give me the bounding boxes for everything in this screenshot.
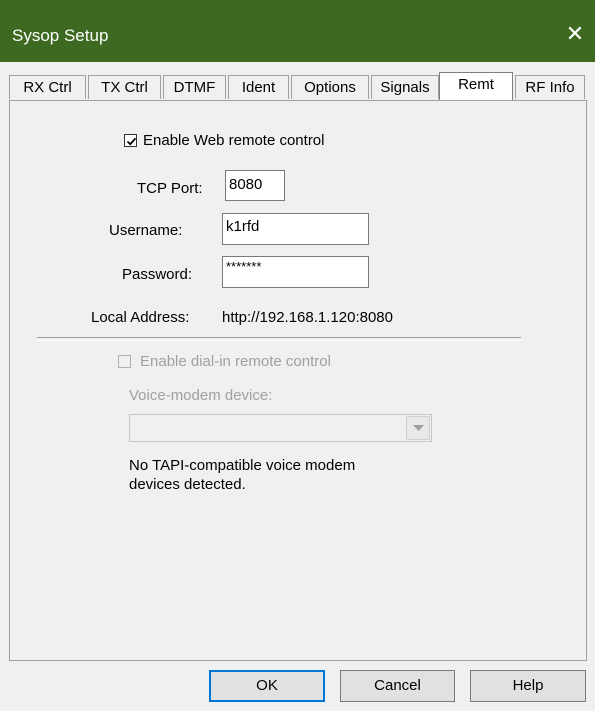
close-button[interactable]: ✕	[559, 18, 591, 50]
tab-dtmf[interactable]: DTMF	[163, 75, 226, 99]
password-label: Password:	[122, 266, 193, 283]
enable-web-remote-label[interactable]: Enable Web remote control	[143, 132, 325, 149]
close-icon: ✕	[565, 21, 585, 46]
local-address-value: http://192.168.1.120:8080	[222, 309, 393, 326]
no-device-message-line2: devices detected.	[129, 476, 246, 493]
tab-rx-ctrl[interactable]: RX Ctrl	[9, 75, 86, 99]
tab-signals[interactable]: Signals	[371, 75, 439, 99]
voice-modem-select[interactable]	[129, 414, 432, 442]
voice-modem-label: Voice-modem device:	[129, 387, 273, 404]
username-label: Username:	[109, 222, 183, 239]
separator	[37, 337, 521, 341]
ok-button[interactable]: OK	[209, 670, 325, 702]
tab-strip: RX Ctrl TX Ctrl DTMF Ident Options Signa…	[9, 72, 587, 102]
tab-options[interactable]: Options	[291, 75, 369, 99]
tcp-port-input[interactable]: 8080	[225, 170, 285, 201]
dropdown-button[interactable]	[406, 416, 430, 440]
tab-panel	[9, 100, 587, 661]
tab-tx-ctrl[interactable]: TX Ctrl	[88, 75, 161, 99]
enable-web-remote-checkbox[interactable]	[124, 134, 137, 147]
chevron-down-icon	[413, 425, 424, 431]
local-address-label: Local Address:	[91, 309, 190, 326]
window-title: Sysop Setup	[12, 26, 109, 45]
tab-rf-info[interactable]: RF Info	[515, 75, 585, 99]
tab-ident[interactable]: Ident	[228, 75, 289, 99]
tcp-port-label: TCP Port:	[137, 180, 203, 197]
username-input[interactable]: k1rfd	[222, 213, 369, 245]
password-input[interactable]: *******	[222, 256, 369, 288]
title-bar: Sysop Setup ✕	[0, 0, 595, 62]
enable-dial-in-checkbox[interactable]	[118, 355, 131, 368]
help-button[interactable]: Help	[470, 670, 586, 702]
checkmark-icon	[126, 137, 137, 146]
enable-dial-in-label[interactable]: Enable dial-in remote control	[140, 353, 331, 370]
tab-remt[interactable]: Remt	[439, 72, 513, 100]
no-device-message-line1: No TAPI-compatible voice modem	[129, 457, 356, 474]
cancel-button[interactable]: Cancel	[340, 670, 455, 702]
